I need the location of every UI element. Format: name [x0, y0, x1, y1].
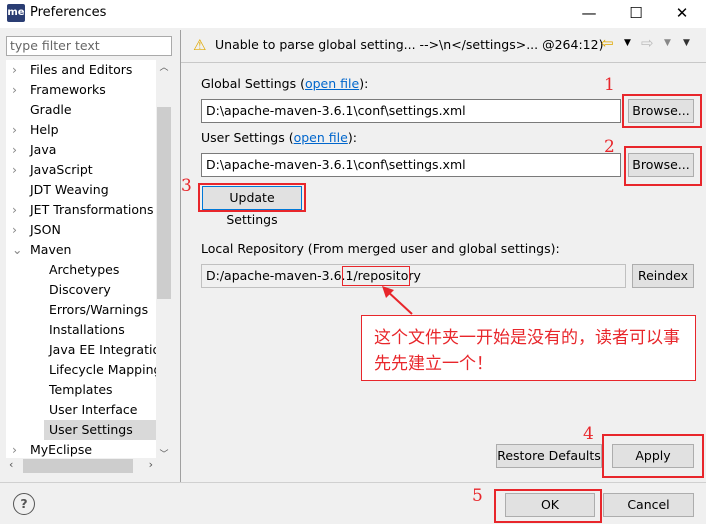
footer-divider	[0, 482, 706, 483]
ok-button[interactable]: OK	[505, 493, 595, 517]
close-button[interactable]: ✕	[667, 2, 697, 24]
tree-item[interactable]: › JSON	[6, 220, 156, 240]
forward-icon[interactable]: ⇨	[641, 34, 654, 52]
tree-item[interactable]: Lifecycle Mappings	[44, 360, 156, 380]
tree-item[interactable]: User Settings	[44, 420, 156, 440]
annotation-2: 2	[604, 137, 615, 157]
header-divider	[181, 62, 706, 63]
local-repo-label: Local Repository (From merged user and g…	[201, 241, 560, 256]
preferences-tree: › Files and Editors › Frameworks Gradle › Help…	[6, 60, 172, 460]
tree-scroll-thumb[interactable]	[157, 107, 171, 299]
tree-item[interactable]: Discovery	[44, 280, 156, 300]
tree-item[interactable]: › Java	[6, 140, 156, 160]
tree-item-label: Lifecycle Mappings	[49, 362, 156, 377]
tree-item[interactable]: JDT Weaving	[6, 180, 156, 200]
annotation-note: 这个文件夹一开始是没有的，读者可以事先先建立一个！	[361, 315, 696, 381]
tree-item[interactable]: Installations	[44, 320, 156, 340]
tree-item[interactable]: › JET Transformations	[6, 200, 156, 220]
annotation-box-repository	[342, 266, 410, 286]
chevron-right-icon[interactable]: ›	[12, 120, 22, 140]
page-header: ⚠ Unable to parse global setting... -->\…	[181, 30, 706, 62]
chevron-right-icon[interactable]: ›	[12, 60, 22, 80]
tree-item-label: Gradle	[30, 102, 72, 117]
minimize-button[interactable]: —	[574, 2, 604, 24]
tree-item[interactable]: Errors/Warnings	[44, 300, 156, 320]
back-menu-icon[interactable]: ▼	[624, 38, 631, 48]
tree-item[interactable]: › Files and Editors	[6, 60, 156, 80]
tree-item-label: Archetypes	[49, 262, 120, 277]
tree-item[interactable]: Java EE Integration	[44, 340, 156, 360]
annotation-arrow	[382, 286, 413, 315]
chevron-right-icon[interactable]: ›	[12, 80, 22, 100]
restore-defaults-button[interactable]: Restore Defaults	[496, 444, 602, 468]
tree-item-label: Errors/Warnings	[49, 302, 149, 317]
chevron-right-icon[interactable]: ›	[12, 140, 22, 160]
tree-item-label: Installations	[49, 322, 125, 337]
chevron-down-icon[interactable]: ⌄	[12, 240, 22, 260]
title-bar: me Preferences — ☐ ✕	[0, 0, 706, 28]
tree-item[interactable]: User Interface	[44, 400, 156, 420]
tree-item[interactable]: Templates	[44, 380, 156, 400]
chevron-right-icon[interactable]: ›	[12, 160, 22, 180]
header-message: Unable to parse global setting... -->\n<…	[215, 37, 604, 52]
tree-item-label: Templates	[49, 382, 113, 397]
update-settings-button[interactable]: Update Settings	[202, 186, 302, 227]
filter-input[interactable]: type filter text	[6, 36, 172, 56]
annotation-4: 4	[583, 424, 594, 444]
cancel-button[interactable]: Cancel	[603, 493, 694, 517]
global-settings-label: Global Settings (open file):	[201, 76, 369, 91]
annotation-3: 3	[181, 176, 192, 196]
tree-item-label: JDT Weaving	[30, 182, 109, 197]
tree-item-label: JET Transformations	[30, 202, 154, 217]
tree-item-label: User Settings	[49, 422, 133, 437]
tree-hscroll-thumb[interactable]	[23, 459, 133, 473]
apply-button[interactable]: Apply	[612, 444, 694, 468]
warning-icon: ⚠	[193, 36, 207, 54]
annotation-5: 5	[472, 486, 483, 506]
chevron-right-icon[interactable]: ›	[12, 440, 22, 460]
forward-menu-icon[interactable]: ▼	[664, 38, 671, 48]
tree-item-label: User Interface	[49, 402, 138, 417]
app-logo: me	[7, 4, 25, 22]
pane-divider[interactable]	[180, 30, 181, 482]
user-browse-button[interactable]: Browse...	[628, 153, 694, 177]
tree-item-label: Java EE Integration	[49, 342, 156, 357]
tree-item[interactable]: › JavaScript	[6, 160, 156, 180]
view-menu-icon[interactable]: ▼	[683, 38, 690, 48]
tree-item-label: Discovery	[49, 282, 111, 297]
tree-item[interactable]: Archetypes	[44, 260, 156, 280]
user-open-file-link[interactable]: open file	[294, 130, 348, 145]
annotation-1: 1	[604, 75, 615, 95]
global-settings-input[interactable]: D:\apache-maven-3.6.1\conf\settings.xml	[201, 99, 621, 123]
tree-item-label: Files and Editors	[30, 62, 133, 77]
tree-item[interactable]: › MyEclipse	[6, 440, 156, 460]
maximize-button[interactable]: ☐	[621, 2, 651, 24]
tree-item[interactable]: ⌄ Maven	[6, 240, 156, 260]
back-icon[interactable]: ⇦	[601, 34, 614, 52]
chevron-right-icon[interactable]: ›	[12, 220, 22, 240]
help-icon[interactable]: ?	[13, 493, 35, 515]
global-browse-button[interactable]: Browse...	[628, 99, 694, 123]
reindex-button[interactable]: Reindex	[632, 264, 694, 288]
tree-item[interactable]: › Frameworks	[6, 80, 156, 100]
global-open-file-link[interactable]: open file	[305, 76, 359, 91]
chevron-right-icon[interactable]: ›	[12, 200, 22, 220]
tree-item[interactable]: › Help	[6, 120, 156, 140]
user-settings-input[interactable]: D:\apache-maven-3.6.1\conf\settings.xml	[201, 153, 621, 177]
user-settings-label: User Settings (open file):	[201, 130, 357, 145]
window-title: Preferences	[30, 5, 107, 20]
tree-item[interactable]: Gradle	[6, 100, 156, 120]
